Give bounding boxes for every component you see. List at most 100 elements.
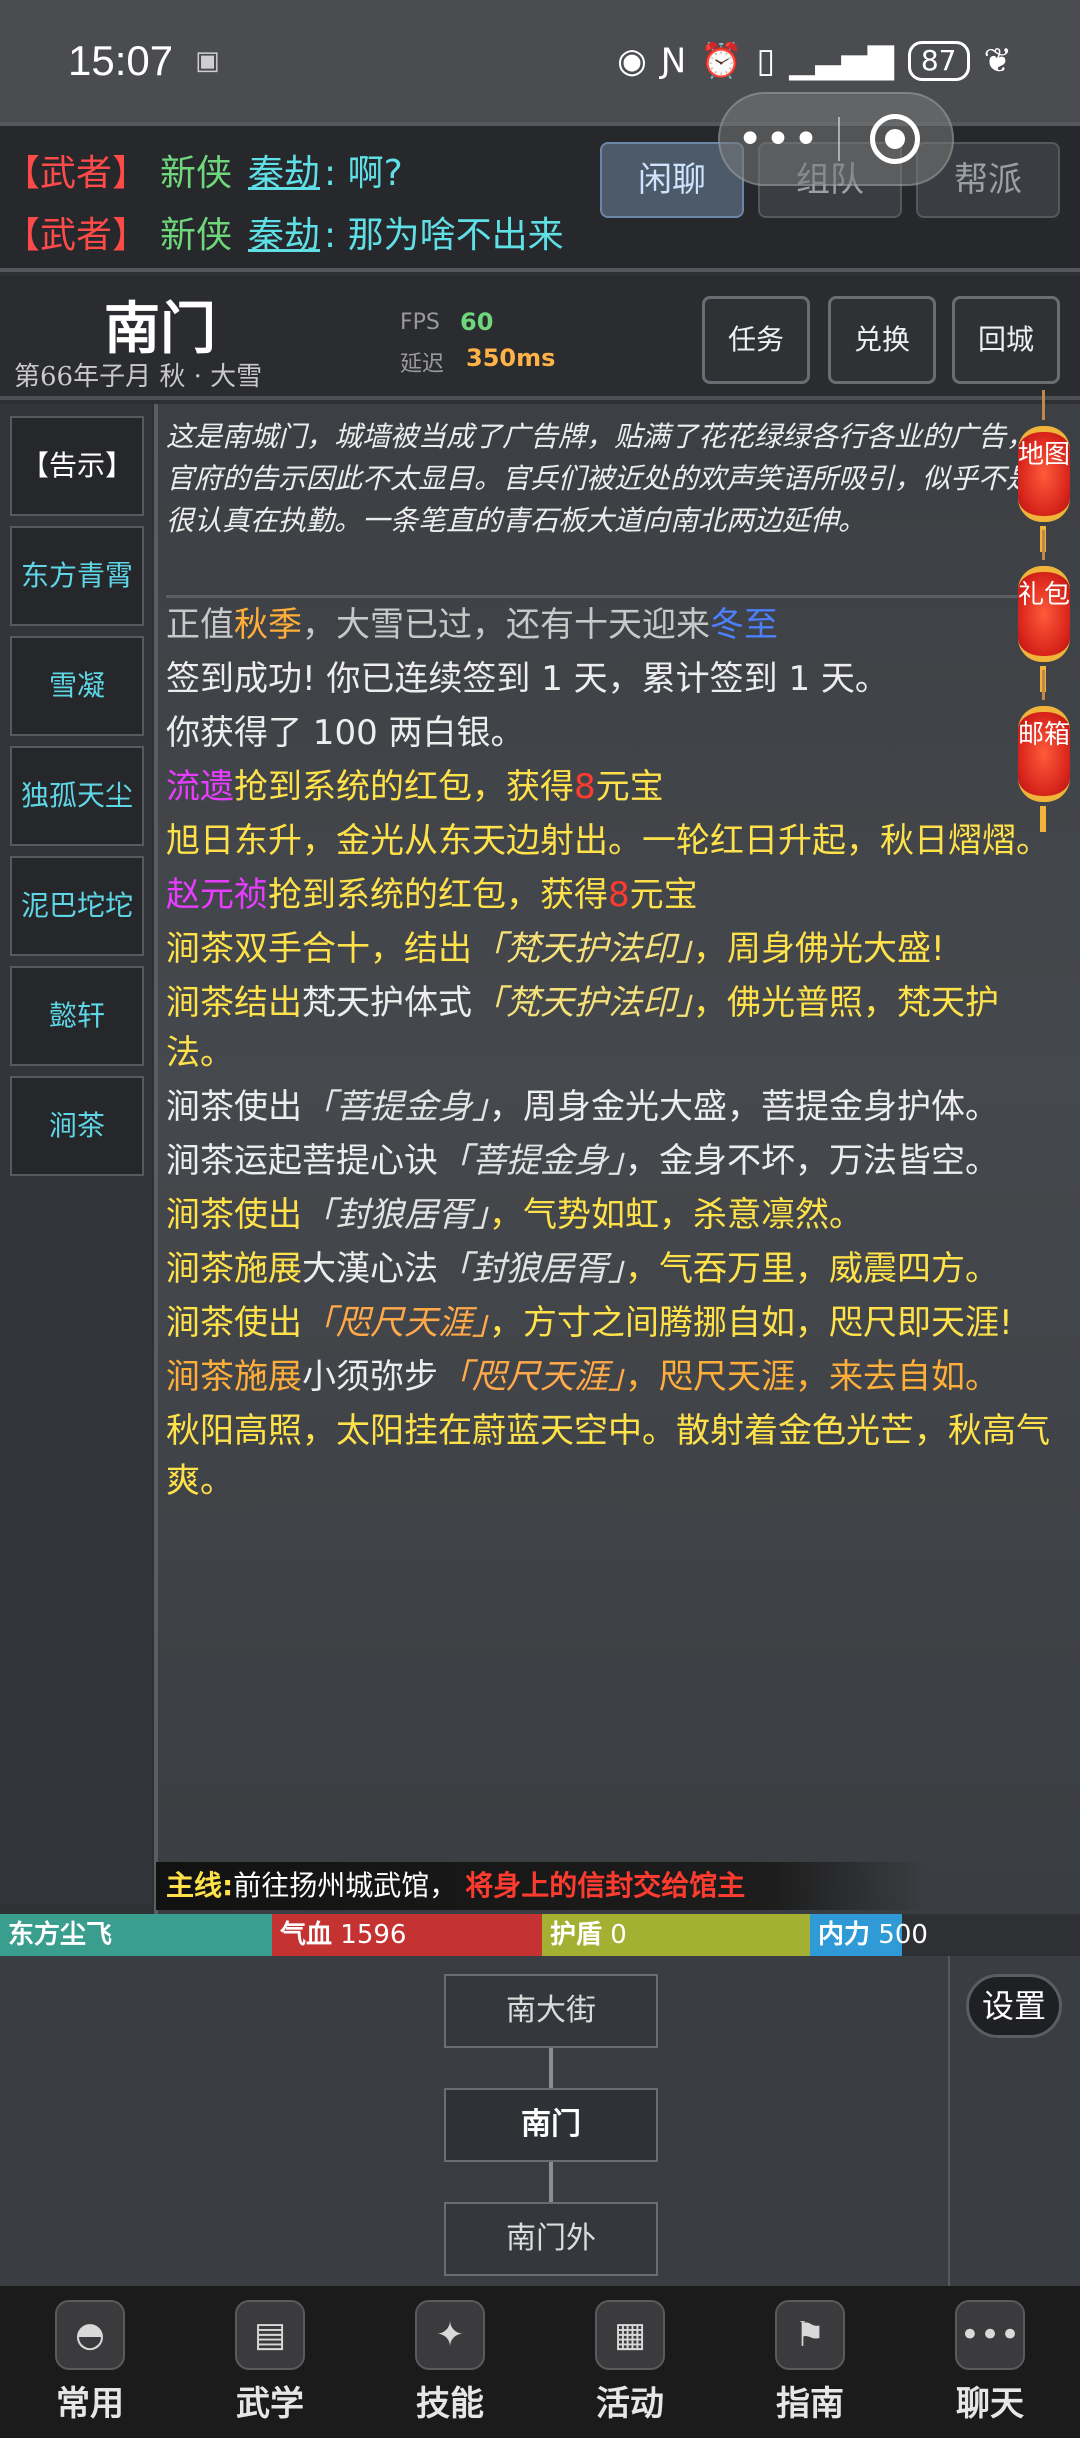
banner-icon: ▦ — [595, 2300, 665, 2370]
log-text: ，周身金光大盛，菩提金身护体。 — [489, 1087, 999, 1127]
log-text: 涧茶使出 — [166, 1087, 302, 1127]
nav-label: 技能 — [416, 2384, 484, 2424]
npc-notice-board[interactable]: 【告示】 — [10, 416, 144, 516]
chat-player-link[interactable]: 秦劫 — [248, 215, 320, 256]
gift-lantern-button[interactable]: 礼包 — [1012, 530, 1076, 692]
fps-value: 60 — [460, 308, 494, 336]
quest-objective: 将身上的信封交给馆主 — [465, 1869, 746, 1902]
room-current[interactable]: 南门 — [444, 2088, 658, 2162]
npc-item[interactable]: 东方青霄 — [10, 526, 144, 626]
chat-text: : 啊? — [324, 153, 403, 194]
player-name: 东方尘飞 — [8, 1920, 113, 1950]
chat-bubble-icon: ••• — [955, 2300, 1025, 2370]
log-text: ，金身不坏，万法皆空。 — [625, 1141, 999, 1181]
description-line: 官府的告示因此不太显目。官兵们被近处的欢声笑语所吸引，似乎不是很认真在执勤。一条… — [166, 462, 1035, 537]
hat-icon: ◓ — [55, 2300, 125, 2370]
player-name[interactable]: 流遗 — [166, 767, 234, 807]
settings-button[interactable]: 设置 — [966, 1974, 1062, 2038]
room-north[interactable]: 南大街 — [444, 1974, 658, 2048]
npc-item[interactable]: 雪凝 — [10, 636, 144, 736]
npc-item[interactable]: 泥巴坨坨 — [10, 856, 144, 956]
lantern-label: 邮箱 — [1018, 706, 1070, 802]
npc-list: 【告示】 东方青霄 雪凝 独孤天尘 泥巴坨坨 懿轩 涧茶 — [0, 404, 152, 1904]
leaf-icon: ❦ — [983, 41, 1013, 81]
room-south[interactable]: 南门外 — [444, 2202, 658, 2276]
chat-channel-tag: 【武者】 — [4, 215, 149, 256]
npc-item[interactable]: 懿轩 — [10, 966, 144, 1066]
map-path — [549, 2048, 553, 2088]
bottom-nav: ◓ 常用 ▤ 武学 ✦ 技能 ▦ 活动 ⚑ 指南 ••• 聊天 — [0, 2286, 1080, 2438]
season-name: 秋季 — [234, 605, 302, 645]
technique-name: 梵天护体式 — [302, 983, 472, 1023]
mp-bar: 内力 500 — [810, 1914, 1080, 1956]
log-text: 涧茶双手合十，结出 — [166, 929, 472, 969]
nav-label: 活动 — [596, 2384, 664, 2424]
nav-common[interactable]: ◓ 常用 — [0, 2286, 180, 2438]
skill-name: 「咫尺天涯」 — [438, 1357, 625, 1397]
chat-channel-tag: 【武者】 — [4, 153, 149, 194]
vibrate-icon: ▯ — [756, 41, 776, 81]
log-entry: 秋阳高照，太阳挂在蔚蓝天空中。散射着金色光芒，秋高气爽。 — [166, 1411, 1050, 1501]
player-name-bar[interactable]: 东方尘飞 — [0, 1914, 272, 1956]
chat-player-link[interactable]: 秦劫 — [248, 153, 320, 194]
notification-icon: ▣ — [195, 46, 220, 76]
amount: 8 — [574, 767, 596, 807]
nav-martial[interactable]: ▤ 武学 — [180, 2286, 360, 2438]
nav-label: 常用 — [56, 2384, 124, 2424]
hp-label: 气血 — [280, 1920, 333, 1950]
nav-activity[interactable]: ▦ 活动 — [540, 2286, 720, 2438]
latency-value: 350ms — [466, 344, 556, 372]
nav-skills[interactable]: ✦ 技能 — [360, 2286, 540, 2438]
nav-label: 聊天 — [956, 2384, 1024, 2424]
chat-rank: 新侠 — [160, 153, 233, 194]
mp-value: 500 — [878, 1920, 928, 1950]
main-quest-banner[interactable]: 主线:前往扬州城武馆， 将身上的信封交给馆主 — [156, 1862, 926, 1910]
fps-label: FPS — [400, 310, 440, 335]
location-description: 这是南城门，城墙被当成了广告牌，贴满了花花绿绿各行各业的广告， 官府的告示因此不… — [166, 404, 1036, 598]
nav-chat[interactable]: ••• 聊天 — [900, 2286, 1080, 2438]
location-header: 南门 第66年子月 秋 · 大雪 FPS 60 延迟 350ms 任务 兑换 回… — [0, 276, 1080, 400]
log-text: 涧茶施展 — [166, 1357, 302, 1397]
log-entry: 涧茶运起菩提心诀「菩提金身」，金身不坏，万法皆空。 — [166, 1136, 1066, 1186]
more-icon[interactable]: ••• — [720, 114, 838, 165]
log-text: ，气吞万里，威震四方。 — [625, 1249, 999, 1289]
message-log[interactable]: 这是南城门，城墙被当成了广告牌，贴满了花花绿绿各行各业的广告， 官府的告示因此不… — [154, 404, 1080, 1914]
skill-name: 「封狼居胥」 — [302, 1195, 489, 1235]
hp-bar: 气血 1596 — [272, 1914, 542, 1956]
chat-rank: 新侠 — [160, 215, 233, 256]
nav-guide[interactable]: ⚑ 指南 — [720, 2286, 900, 2438]
technique-name: 小须弥步 — [302, 1357, 438, 1397]
close-target-icon[interactable] — [870, 114, 920, 164]
task-button[interactable]: 任务 — [702, 296, 810, 384]
log-entry: 你获得了 100 两白银。 — [166, 713, 525, 753]
log-text: 抢到系统的红包，获得 — [268, 875, 608, 915]
player-status-bars: 东方尘飞 气血 1596 护盾 0 内力 500 — [0, 1914, 1080, 1956]
alarm-icon: ⏰ — [700, 41, 743, 81]
npc-item[interactable]: 涧茶 — [10, 1076, 144, 1176]
lantern-tassel — [1040, 806, 1046, 832]
log-entry: 赵元祯抢到系统的红包，获得8元宝 — [166, 870, 1066, 920]
log-text: 涧茶运起菩提心诀 — [166, 1141, 438, 1181]
exchange-button[interactable]: 兑换 — [828, 296, 936, 384]
guide-flag-icon: ⚑ — [775, 2300, 845, 2370]
mini-map: 南大街 南门 南门外 设置 — [0, 1956, 1080, 2286]
log-entry: 涧茶结出梵天护体式「梵天护法印」，佛光普照，梵天护法。 — [166, 978, 1066, 1078]
player-name[interactable]: 赵元祯 — [166, 875, 268, 915]
scroll-icon: ▤ — [235, 2300, 305, 2370]
log-entry: 流遗抢到系统的红包，获得8元宝 — [166, 762, 1066, 812]
log-text: 涧茶使出 — [166, 1303, 302, 1343]
mail-lantern-button[interactable]: 邮箱 — [1012, 670, 1076, 832]
log-entry: 旭日东升，金光从东天边射出。一轮红日升起，秋日熠熠。 — [166, 821, 1050, 861]
battery-indicator: 87 — [907, 41, 970, 81]
map-lantern-button[interactable]: 地图 — [1012, 390, 1076, 552]
nav-label: 武学 — [236, 2384, 304, 2424]
nav-label: 指南 — [776, 2384, 844, 2424]
log-text: ，气势如虹，杀意凛然。 — [489, 1195, 863, 1235]
nfc-icon: Ɲ — [660, 41, 687, 81]
log-text: 元宝 — [629, 875, 698, 915]
chat-message: 【武者】 新侠 秦劫: 那为啥不出来 — [4, 206, 564, 258]
npc-item[interactable]: 独孤天尘 — [10, 746, 144, 846]
return-city-button[interactable]: 回城 — [952, 296, 1060, 384]
log-text: 涧茶施展 — [166, 1249, 302, 1289]
skill-name: 「梵天护法印」 — [472, 929, 693, 969]
